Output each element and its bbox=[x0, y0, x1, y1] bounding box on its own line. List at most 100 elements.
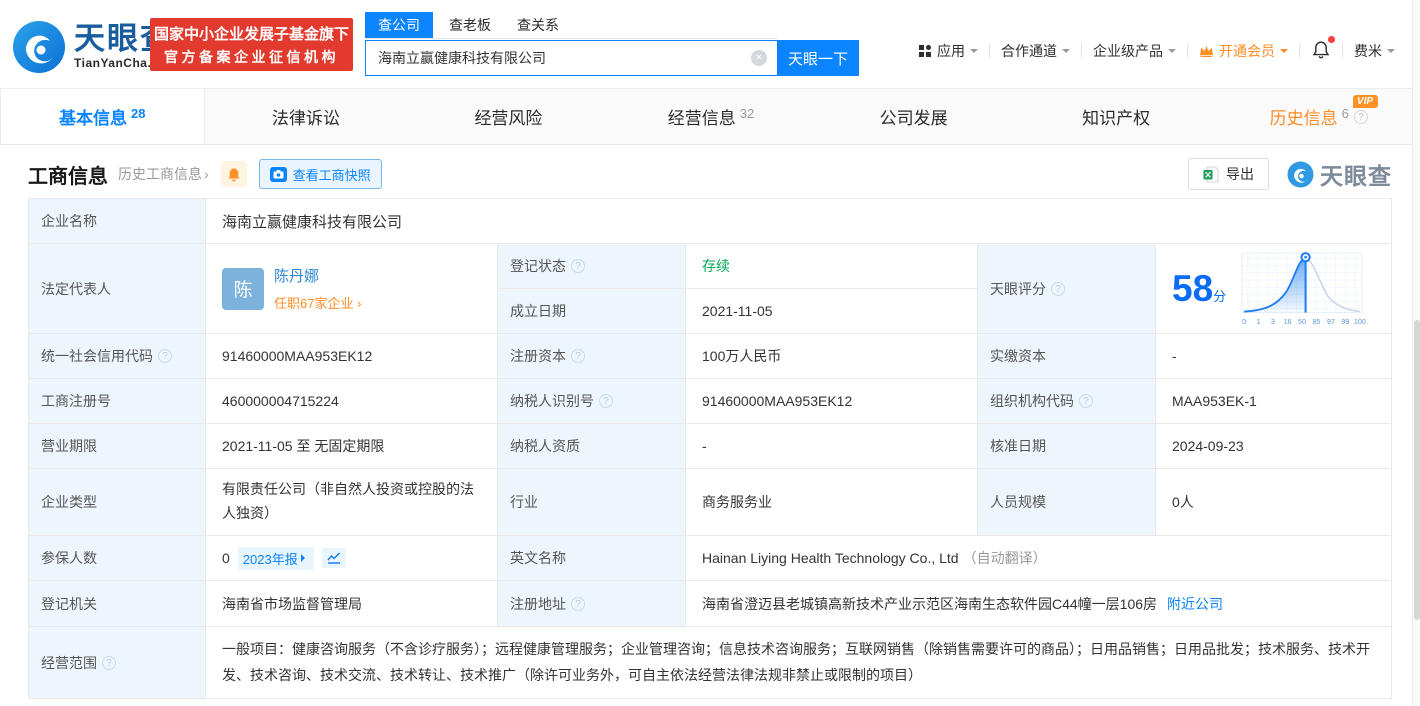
help-icon[interactable] bbox=[571, 597, 585, 611]
business-snapshot-button[interactable]: 查看工商快照 bbox=[259, 159, 382, 189]
top-header: 天眼查 TianYanCha.com 国家中小企业发展子基金旗下 官方备案企业征… bbox=[0, 0, 1420, 88]
field-label-established: 成立日期 bbox=[498, 289, 686, 334]
value-text: 2021-11-05 bbox=[702, 303, 773, 319]
score-value: 58 bbox=[1172, 268, 1213, 309]
scrollbar[interactable] bbox=[1412, 0, 1420, 706]
tab-label: 历史信息 bbox=[1270, 104, 1338, 129]
field-label-industry: 行业 bbox=[498, 469, 686, 536]
history-info-link[interactable]: 历史工商信息› bbox=[118, 164, 209, 184]
scope-text: 一般项目：健康咨询服务（不含诊疗服务）；远程健康管理服务；企业管理咨询；信息技术… bbox=[222, 637, 1377, 687]
label-text: 登记状态 bbox=[510, 256, 566, 276]
tab-label: 基本信息 bbox=[59, 104, 127, 129]
status-badge: 存续 bbox=[702, 256, 730, 276]
label-text: 人员规模 bbox=[990, 492, 1046, 512]
tab-risk[interactable]: 经营风险 bbox=[407, 89, 610, 144]
field-value-approval-date: 2024-09-23 bbox=[1156, 424, 1391, 469]
english-name: Hainan Liying Health Technology Co., Ltd bbox=[702, 550, 959, 566]
field-value-score: 58分 0 1 bbox=[1156, 244, 1391, 334]
help-icon[interactable] bbox=[1354, 110, 1368, 124]
nav-vip[interactable]: 开通会员 bbox=[1188, 41, 1299, 61]
help-icon[interactable] bbox=[571, 259, 585, 273]
monitor-bell-button[interactable] bbox=[221, 161, 247, 187]
section-title: 工商信息 bbox=[28, 160, 108, 189]
line-chart-icon bbox=[327, 552, 341, 564]
caret-right-icon bbox=[301, 554, 309, 562]
clear-icon[interactable] bbox=[751, 50, 767, 66]
label-text: 组织机构代码 bbox=[990, 391, 1074, 411]
svg-text:50: 50 bbox=[1298, 317, 1306, 325]
svg-text:3: 3 bbox=[1271, 317, 1275, 325]
tab-basic-info[interactable]: 基本信息 28 bbox=[0, 89, 205, 144]
nearby-companies-link[interactable]: 附近公司 bbox=[1167, 594, 1223, 614]
svg-text:97: 97 bbox=[1327, 317, 1335, 325]
tab-ip[interactable]: 知识产权 bbox=[1015, 89, 1218, 144]
export-button[interactable]: 导出 bbox=[1188, 158, 1269, 190]
field-value-staff-size: 0人 bbox=[1156, 469, 1391, 536]
annual-report-link[interactable]: 2023年报 bbox=[238, 547, 314, 570]
label-text: 法定代表人 bbox=[41, 279, 111, 299]
field-value-legal-rep: 陈 陈丹娜 任职67家企业 › bbox=[206, 244, 498, 334]
nav-apps[interactable]: 应用 bbox=[908, 41, 989, 61]
rep-positions-link[interactable]: 任职67家企业 › bbox=[274, 293, 361, 312]
field-label-taxpayer-quality: 纳税人资质 bbox=[498, 424, 686, 469]
scrollbar-thumb[interactable] bbox=[1414, 320, 1420, 620]
help-icon[interactable] bbox=[102, 656, 116, 670]
insured-trend-button[interactable] bbox=[322, 548, 346, 568]
camera-icon bbox=[270, 167, 287, 182]
label-text: 纳税人识别号 bbox=[510, 391, 594, 411]
field-value-term: 2021-11-05 至 无固定期限 bbox=[206, 424, 498, 469]
help-icon[interactable] bbox=[158, 349, 172, 363]
nav-vip-label: 开通会员 bbox=[1219, 41, 1275, 61]
search-button[interactable]: 天眼一下 bbox=[777, 40, 859, 76]
label-text: 企业名称 bbox=[41, 211, 97, 231]
vip-badge: VIP bbox=[1353, 95, 1378, 108]
help-icon[interactable] bbox=[1079, 394, 1093, 408]
label-text: 行业 bbox=[510, 492, 538, 512]
field-label-credit-code: 统一社会信用代码 bbox=[29, 334, 206, 379]
value-text: 91460000MAA953EK12 bbox=[222, 348, 372, 364]
tab-development[interactable]: 公司发展 bbox=[812, 89, 1015, 144]
field-label-status: 登记状态 bbox=[498, 244, 686, 289]
legal-rep-link[interactable]: 陈丹娜 bbox=[274, 265, 361, 286]
address-text: 海南省澄迈县老城镇高新技术产业示范区海南生态软件园C44幢一层106房 bbox=[702, 594, 1157, 614]
avatar[interactable]: 陈 bbox=[222, 268, 264, 310]
help-icon[interactable] bbox=[599, 394, 613, 408]
search-input[interactable] bbox=[365, 40, 777, 76]
field-value-address: 海南省澄迈县老城镇高新技术产业示范区海南生态软件园C44幢一层106房 附近公司 bbox=[686, 581, 1391, 627]
notifications-bell[interactable] bbox=[1300, 40, 1342, 62]
help-icon[interactable] bbox=[571, 349, 585, 363]
excel-icon bbox=[1203, 166, 1219, 183]
badge-line2: 官方备案企业征信机构 bbox=[164, 47, 339, 67]
field-value-taxpayer-quality: - bbox=[686, 424, 978, 469]
header-nav: 应用 合作通道 企业级产品 开通会员 bbox=[908, 40, 1406, 62]
label-text: 工商注册号 bbox=[41, 391, 111, 411]
nav-partner[interactable]: 合作通道 bbox=[990, 41, 1081, 61]
tab-operation-info[interactable]: 经营信息 32 bbox=[610, 89, 813, 144]
watermark-logo: 天眼查 bbox=[1287, 157, 1392, 191]
svg-text:0: 0 bbox=[1242, 317, 1246, 325]
help-icon[interactable] bbox=[1051, 282, 1065, 296]
nav-enterprise-label: 企业级产品 bbox=[1093, 41, 1163, 61]
field-label-scope: 经营范围 bbox=[29, 627, 206, 698]
field-label-legal-rep: 法定代表人 bbox=[29, 244, 206, 334]
tab-history-info[interactable]: 历史信息 6 VIP bbox=[1217, 89, 1420, 144]
tab-legal[interactable]: 法律诉讼 bbox=[205, 89, 408, 144]
search-tab-relation[interactable]: 查关系 bbox=[511, 12, 565, 38]
field-label-authority: 登记机关 bbox=[29, 581, 206, 627]
field-value-authority: 海南省市场监督管理局 bbox=[206, 581, 498, 627]
field-label-staff-size: 人员规模 bbox=[978, 469, 1156, 536]
value-text: MAA953EK-1 bbox=[1172, 393, 1257, 409]
field-value-english-name: Hainan Liying Health Technology Co., Ltd… bbox=[686, 536, 1391, 581]
svg-text:16: 16 bbox=[1284, 317, 1292, 325]
field-value-reg-number: 460000004715224 bbox=[206, 379, 498, 424]
nav-user[interactable]: 费米 bbox=[1343, 41, 1406, 61]
bell-icon bbox=[1312, 40, 1330, 59]
tab-label: 经营信息 bbox=[668, 104, 736, 129]
search-tab-boss[interactable]: 查老板 bbox=[443, 12, 497, 38]
caret-down-icon bbox=[1168, 49, 1176, 57]
tab-label: 知识产权 bbox=[1082, 104, 1150, 129]
label-text: 登记机关 bbox=[41, 594, 97, 614]
label-text: 核准日期 bbox=[990, 436, 1046, 456]
search-tab-company[interactable]: 查公司 bbox=[365, 12, 433, 38]
nav-enterprise[interactable]: 企业级产品 bbox=[1082, 41, 1187, 61]
